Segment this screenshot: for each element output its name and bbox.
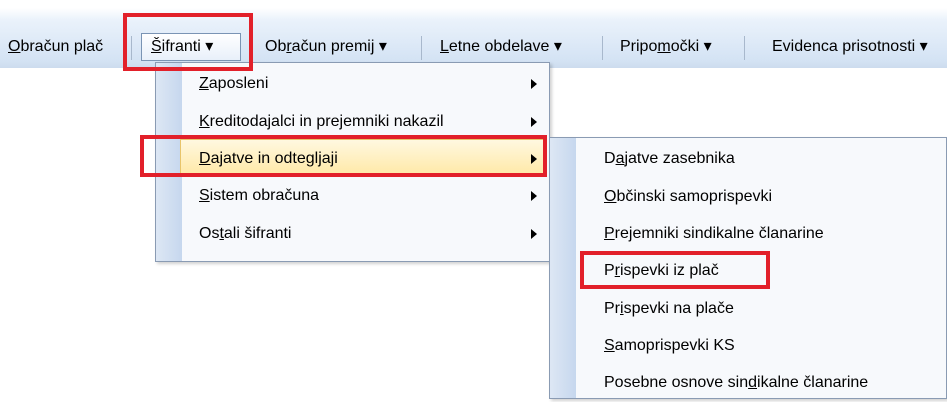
menu-obracun-premij[interactable]: Obračun premij ▾ — [265, 36, 387, 58]
menu-item-obcinski-samoprispevki[interactable]: Občinski samoprispevki — [604, 178, 772, 216]
menu-gutter — [550, 138, 576, 398]
submenu-arrow-icon — [531, 79, 537, 89]
menu-item-prejemniki-sindikalne-clanarine[interactable]: Prejemniki sindikalne članarine — [604, 215, 824, 253]
menu-item-ostali-sifranti[interactable]: Ostali šifranti — [199, 215, 291, 253]
submenu-arrow-icon — [531, 229, 537, 239]
menu-separator — [744, 36, 745, 60]
menu-separator — [421, 36, 422, 60]
annotation-box-dajatve — [140, 135, 547, 177]
menu-separator — [602, 36, 603, 60]
menu-item-samoprispevki-ks[interactable]: Samoprispevki KS — [604, 327, 735, 365]
menu-item-sistem-obracuna[interactable]: Sistem obračuna — [199, 177, 319, 215]
annotation-box-prispevki-iz-plac — [580, 251, 770, 289]
submenu-arrow-icon — [531, 117, 537, 127]
menu-letne-obdelave[interactable]: Letne obdelave ▾ — [440, 36, 562, 58]
submenu-arrow-icon — [531, 191, 537, 201]
annotation-box-sifranti — [123, 13, 253, 71]
menu-item-dajatve-zasebnika[interactable]: Dajatve zasebnika — [604, 140, 735, 178]
menu-evidenca-prisotnosti[interactable]: Evidenca prisotnosti ▾ — [772, 36, 928, 58]
menu-item-prispevki-na-place[interactable]: Prispevki na plače — [604, 290, 734, 328]
menu-item-posebne-osnove[interactable]: Posebne osnove sindikalne članarine — [604, 364, 868, 402]
menu-obracun-plac[interactable]: Obračun plač — [8, 36, 103, 58]
menu-pripomocki[interactable]: Pripomočki ▾ — [620, 36, 712, 58]
